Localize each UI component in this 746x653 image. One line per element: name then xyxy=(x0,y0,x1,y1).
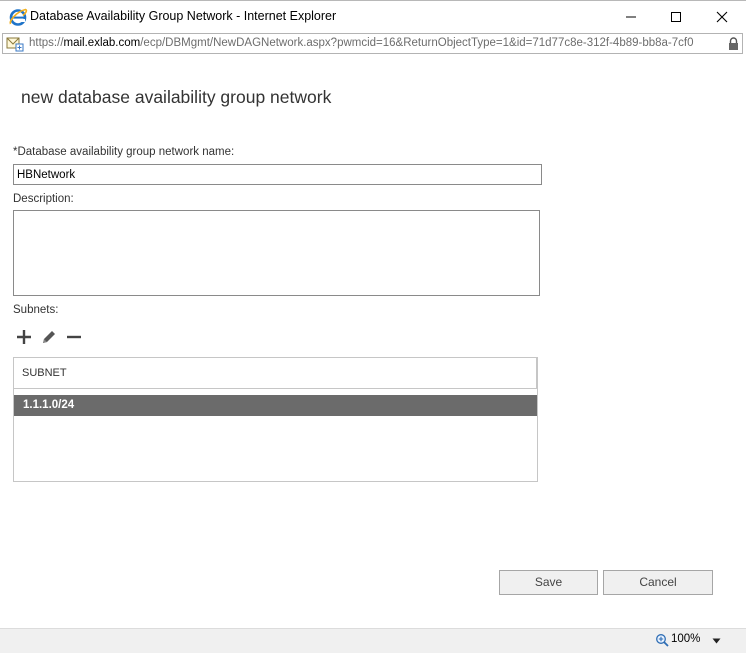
zoom-level[interactable]: 100% xyxy=(671,633,700,645)
address-bar[interactable]: https://mail.exlab.com/ecp/DBMgmt/NewDAG… xyxy=(2,33,743,54)
page-title: new database availability group network xyxy=(21,87,332,107)
table-row[interactable]: 1.1.1.0/24 xyxy=(14,395,537,416)
save-button[interactable]: Save xyxy=(499,570,598,595)
url-path: /ecp/DBMgmt/NewDAGNetwork.aspx?pwmcid=16… xyxy=(140,37,694,49)
column-separator xyxy=(536,358,537,388)
remove-icon[interactable] xyxy=(64,327,84,347)
subnet-cell: 1.1.1.0/24 xyxy=(23,399,75,411)
page-icon xyxy=(6,37,24,52)
description-label: Description: xyxy=(13,193,74,205)
subnets-label: Subnets: xyxy=(13,304,59,316)
close-button[interactable] xyxy=(699,1,745,32)
description-input[interactable] xyxy=(13,210,540,296)
cancel-button[interactable]: Cancel xyxy=(603,570,713,595)
network-name-label: *Database availability group network nam… xyxy=(13,146,235,158)
maximize-icon xyxy=(671,11,681,22)
minimize-icon xyxy=(626,16,636,17)
minimize-button[interactable] xyxy=(608,1,654,32)
maximize-button[interactable] xyxy=(653,1,699,32)
edit-icon[interactable] xyxy=(39,327,59,347)
url-scheme: https:// xyxy=(29,37,64,49)
internet-explorer-icon xyxy=(9,8,28,26)
url-text[interactable]: https://mail.exlab.com/ecp/DBMgmt/NewDAG… xyxy=(29,37,723,53)
zoom-icon[interactable] xyxy=(655,633,669,647)
network-name-input[interactable] xyxy=(13,164,542,185)
url-host: mail.exlab.com xyxy=(63,37,141,49)
title-bar: Database Availability Group Network - In… xyxy=(0,0,746,33)
subnet-column-header: SUBNET xyxy=(22,367,67,379)
grid-header[interactable]: SUBNET xyxy=(14,358,537,389)
close-icon xyxy=(716,11,728,22)
lock-icon[interactable] xyxy=(728,37,739,51)
window-title: Database Availability Group Network - In… xyxy=(30,9,337,23)
add-icon[interactable] xyxy=(14,327,34,347)
status-bar: 100% xyxy=(0,628,746,653)
chevron-down-icon[interactable] xyxy=(712,638,721,644)
subnets-grid: SUBNET 1.1.1.0/24 xyxy=(13,357,538,482)
